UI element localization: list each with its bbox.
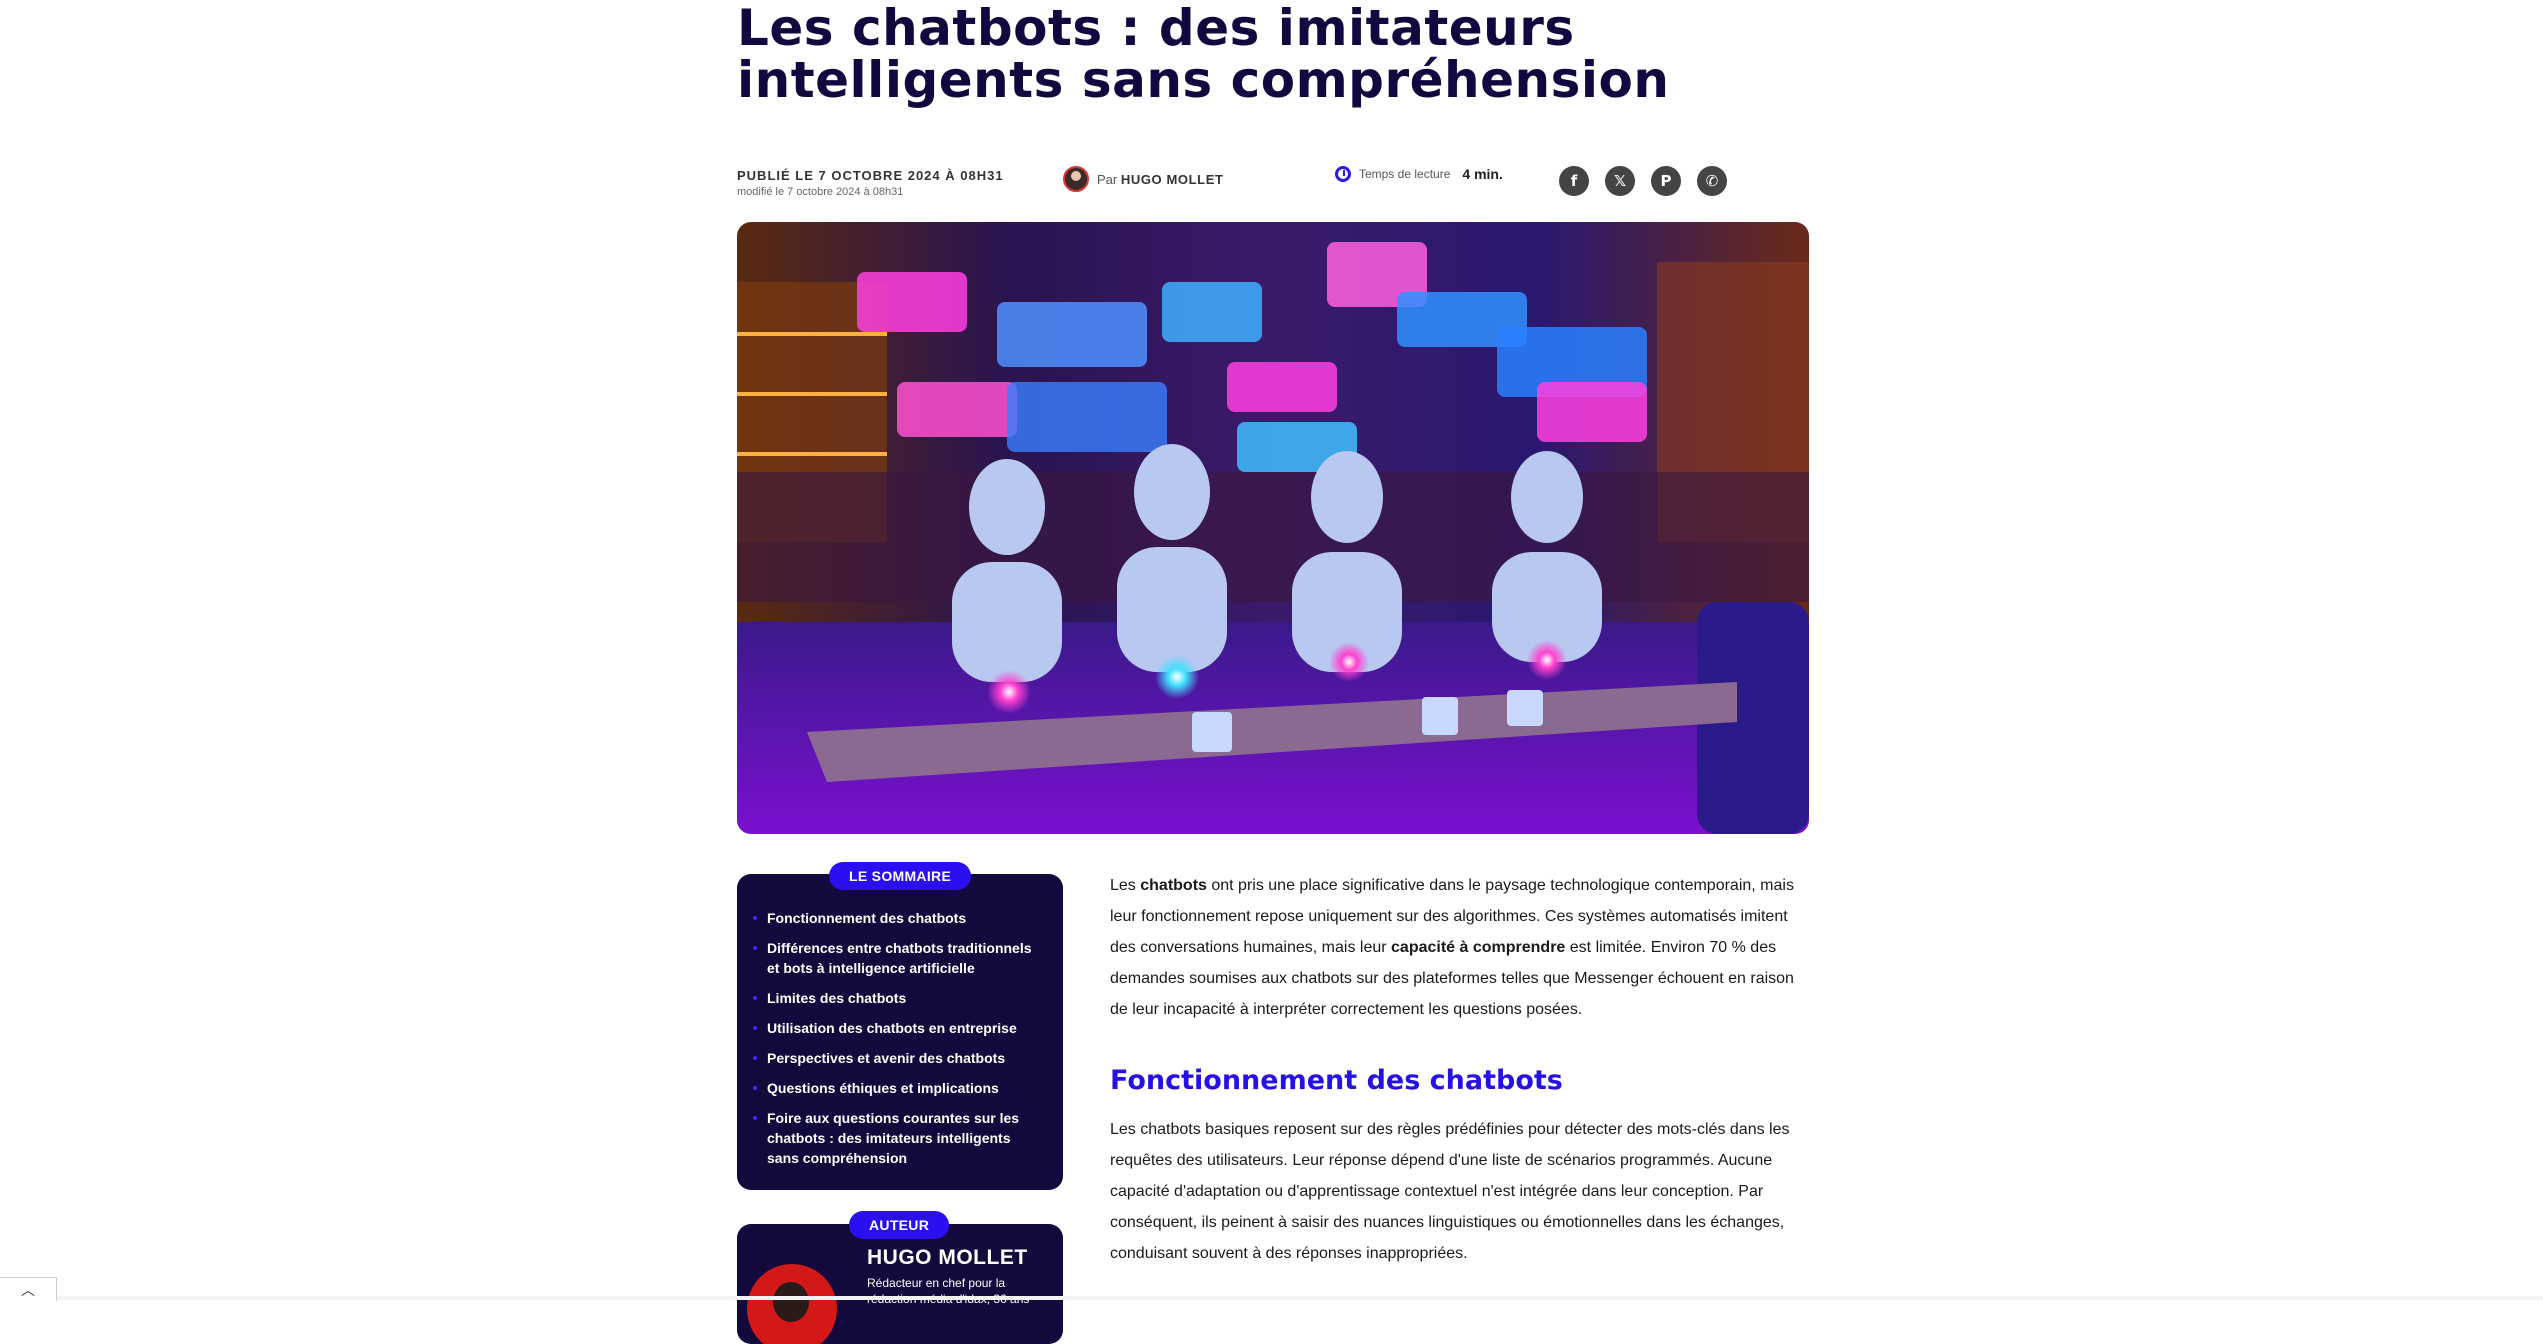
- author-name-link[interactable]: HUGO MOLLET: [1121, 172, 1224, 187]
- author-avatar[interactable]: [1063, 166, 1089, 192]
- toc-list: Fonctionnement des chatbots Différences …: [737, 874, 1063, 1168]
- author-box-name[interactable]: HUGO MOLLET: [867, 1246, 1028, 1270]
- article-body: Les chatbots ont pris une place signific…: [1110, 870, 1810, 1269]
- hero-image: [737, 222, 1809, 834]
- x-icon[interactable]: 𝕏: [1605, 166, 1635, 196]
- publish-info: PUBLIÉ LE 7 OCTOBRE 2024 À 08H31 modifié…: [737, 168, 1004, 198]
- author-byline[interactable]: Par HUGO MOLLET: [1063, 166, 1224, 192]
- toc-item[interactable]: Fonctionnement des chatbots: [753, 908, 1043, 928]
- whatsapp-icon[interactable]: ✆: [1697, 166, 1727, 196]
- body-paragraph: Les chatbots basiques reposent sur des r…: [1110, 1121, 1790, 1262]
- toc-item[interactable]: Limites des chatbots: [753, 988, 1043, 1008]
- published-date: PUBLIÉ LE 7 OCTOBRE 2024 À 08H31: [737, 168, 1004, 183]
- toc-item[interactable]: Foire aux questions courantes sur les ch…: [753, 1108, 1043, 1168]
- reading-time-value: 4 min.: [1462, 166, 1503, 182]
- article: Les chatbots : des imitateurs intelligen…: [737, 0, 1809, 1344]
- share-buttons: f 𝕏 P ✆: [1559, 166, 1727, 196]
- by-prefix: Par: [1097, 171, 1118, 187]
- reading-time: Temps de lecture 4 min.: [1335, 166, 1503, 182]
- chevron-up-icon[interactable]: ︿: [0, 1277, 57, 1301]
- author-box: HUGO MOLLET Rédacteur en chef pour la ré…: [737, 1224, 1063, 1344]
- author-box-role: Rédacteur en chef pour la rédaction médi…: [867, 1276, 1029, 1306]
- toc-label: LE SOMMAIRE: [829, 862, 972, 890]
- author-byline-text: Par HUGO MOLLET: [1097, 172, 1224, 187]
- article-title: Les chatbots : des imitateurs intelligen…: [737, 0, 1670, 109]
- section-heading: Fonctionnement des chatbots: [1110, 1065, 1563, 1096]
- article-meta: PUBLIÉ LE 7 OCTOBRE 2024 À 08H31 modifié…: [737, 166, 1809, 206]
- modified-date: modifié le 7 octobre 2024 à 08h31: [737, 186, 904, 198]
- reading-time-label: Temps de lecture: [1359, 167, 1451, 181]
- author-label: AUTEUR: [849, 1211, 950, 1239]
- page-bottom-border: [0, 1296, 2543, 1300]
- intro-paragraph: Les chatbots ont pris une place signific…: [1110, 877, 1794, 1018]
- toc-item[interactable]: Questions éthiques et implications: [753, 1078, 1043, 1098]
- toc-item[interactable]: Perspectives et avenir des chatbots: [753, 1048, 1043, 1068]
- facebook-icon[interactable]: f: [1559, 166, 1589, 196]
- author-photo[interactable]: [747, 1264, 837, 1344]
- clock-icon: [1335, 166, 1351, 182]
- table-of-contents: Fonctionnement des chatbots Différences …: [737, 874, 1063, 1190]
- toc-item[interactable]: Utilisation des chatbots en entreprise: [753, 1018, 1043, 1038]
- toc-item[interactable]: Différences entre chatbots traditionnels…: [753, 938, 1043, 978]
- pinterest-icon[interactable]: P: [1651, 166, 1681, 196]
